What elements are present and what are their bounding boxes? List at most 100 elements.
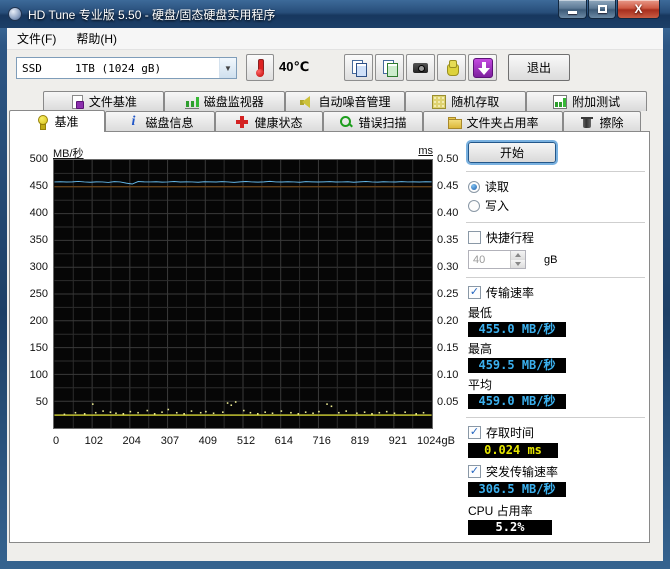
minimize-button[interactable]: [558, 0, 587, 19]
stepper-up-icon[interactable]: [511, 251, 525, 260]
menu-item-0[interactable]: 文件(F): [7, 28, 66, 50]
copy-image-icon: [382, 59, 398, 77]
burst-rate-label: 突发传输速率: [486, 465, 559, 479]
copy-image-button[interactable]: [375, 54, 404, 81]
tab-label: 文件夹占用率: [466, 115, 539, 130]
left-axis-tick: 100: [29, 369, 48, 381]
minimize-icon: [568, 10, 577, 14]
max-label: 最高: [468, 342, 493, 356]
menu-bar: 文件(F) 帮助(H): [7, 28, 663, 50]
tab-文件夹占用率[interactable]: 文件夹占用率: [423, 111, 563, 132]
start-button-label: 开始: [499, 146, 524, 160]
download-arrow-icon: [472, 57, 493, 78]
burst-rate-value: 306.5 MB/秒: [468, 482, 566, 497]
short-stroke-size-stepper[interactable]: 40: [468, 250, 526, 269]
screenshot-camera-icon: [412, 60, 429, 76]
min-label: 最低: [468, 306, 493, 320]
left-axis-tick: 200: [29, 315, 48, 327]
close-icon: X: [634, 2, 643, 16]
left-axis-tick: 350: [29, 234, 48, 246]
menu-item-1[interactable]: 帮助(H): [66, 28, 127, 50]
short-stroke-option[interactable]: 快捷行程: [468, 229, 649, 246]
tab-row-secondary: 文件基准 磁盘监视器 自动噪音管理 随机存取 附加测试: [43, 91, 647, 111]
copy-button[interactable]: [344, 54, 373, 81]
x-axis-tick: 1024gB: [417, 435, 455, 447]
divider: [466, 417, 645, 418]
benchmark-chart: MB/秒 ms 500 450 400 350 300 250 200 150 100 50 0.50 0…: [10, 132, 470, 544]
stepper-down-icon[interactable]: [511, 259, 525, 268]
noise-management-icon: [299, 95, 313, 109]
write-radio[interactable]: [468, 199, 480, 212]
read-radio[interactable]: [468, 180, 480, 193]
read-mode-option[interactable]: 读取: [468, 178, 649, 195]
tab-label: 错误扫描: [358, 115, 407, 130]
left-axis-tick: 50: [35, 396, 48, 408]
transfer-rate-option[interactable]: ✓ 传输速率: [468, 284, 649, 301]
tab-附加测试[interactable]: 附加测试: [526, 91, 647, 111]
left-axis-tick: 500: [29, 153, 48, 165]
client-area: 文件(F) 帮助(H) SSD 1TB (1024 gB) ▼ 40℃ 退出 文件…: [7, 28, 663, 561]
access-time-option[interactable]: ✓ 存取时间: [468, 424, 649, 441]
drive-select[interactable]: SSD 1TB (1024 gB) ▼: [16, 57, 237, 79]
window-title: HD Tune 专业版 5.50 - 硬盘/固态硬盘实用程序: [28, 7, 276, 22]
file-benchmark-icon: [70, 94, 84, 109]
tab-擦除[interactable]: 擦除: [563, 111, 641, 132]
short-stroke-unit: gB: [544, 253, 558, 266]
write-radio-label: 写入: [485, 199, 510, 213]
tab-健康状态[interactable]: 健康状态: [215, 111, 323, 132]
close-button[interactable]: X: [617, 0, 660, 19]
transfer-rate-checkbox[interactable]: ✓: [468, 286, 481, 299]
divider: [466, 222, 645, 223]
left-axis-unit: MB/秒: [53, 148, 84, 160]
tab-label: 磁盘信息: [145, 115, 194, 130]
access-time-value: 0.024 ms: [468, 443, 558, 458]
tab-label: 擦除: [599, 115, 624, 130]
tab-label: 磁盘监视器: [203, 95, 264, 109]
screenshot-camera-button[interactable]: [406, 54, 435, 81]
short-stroke-label: 快捷行程: [486, 231, 535, 245]
short-stroke-checkbox[interactable]: [468, 231, 481, 244]
disk-monitor-icon: [184, 95, 199, 109]
title-bar[interactable]: HD Tune 专业版 5.50 - 硬盘/固态硬盘实用程序 X: [0, 0, 670, 28]
tab-自动噪音管理[interactable]: 自动噪音管理: [284, 91, 406, 111]
cpu-usage-label: CPU 占用率: [468, 504, 533, 518]
access-time-label: 存取时间: [486, 426, 535, 440]
maximize-button[interactable]: [588, 0, 616, 19]
exit-button[interactable]: 退出: [508, 54, 570, 81]
short-stroke-size-value: 40: [473, 254, 486, 266]
left-axis-tick: 450: [29, 180, 48, 192]
random-access-icon: [432, 94, 447, 109]
tab-磁盘监视器[interactable]: 磁盘监视器: [163, 91, 285, 111]
start-button[interactable]: 开始: [468, 142, 556, 163]
health-cross-icon: [235, 115, 249, 129]
download-arrow-button[interactable]: [468, 54, 497, 81]
access-time-checkbox[interactable]: ✓: [468, 426, 481, 439]
exit-button-label: 退出: [526, 61, 551, 75]
hand-button[interactable]: [437, 54, 466, 81]
avg-label: 平均: [468, 378, 493, 392]
transfer-rate-label: 传输速率: [486, 286, 535, 300]
temperature-button[interactable]: [246, 54, 274, 81]
cpu-usage-value: 5.2%: [468, 520, 552, 535]
tab-label: 健康状态: [254, 115, 303, 130]
tab-label: 随机存取: [451, 95, 500, 109]
folder-usage-icon: [447, 115, 463, 129]
write-mode-option[interactable]: 写入: [468, 197, 649, 214]
tab-label: 基准: [54, 115, 79, 129]
burst-rate-option[interactable]: ✓ 突发传输速率: [468, 463, 649, 480]
chevron-down-icon[interactable]: ▼: [219, 58, 236, 78]
tab-随机存取[interactable]: 随机存取: [405, 91, 527, 111]
tab-错误扫描[interactable]: 错误扫描: [323, 111, 423, 132]
temperature-value: 40℃: [279, 59, 310, 74]
burst-rate-checkbox[interactable]: ✓: [468, 465, 481, 478]
read-radio-label: 读取: [485, 180, 510, 194]
tab-label: 附加测试: [572, 95, 621, 109]
copy-icon: [351, 59, 367, 77]
drive-select-value: SSD 1TB (1024 gB): [22, 61, 162, 75]
tab-基准[interactable]: 基准: [9, 110, 105, 132]
disk-info-icon: i: [131, 114, 136, 129]
tab-磁盘信息[interactable]: i 磁盘信息: [105, 111, 215, 132]
app-icon: [8, 7, 22, 21]
tab-文件基准[interactable]: 文件基准: [43, 91, 164, 111]
maximize-icon: [597, 5, 607, 13]
